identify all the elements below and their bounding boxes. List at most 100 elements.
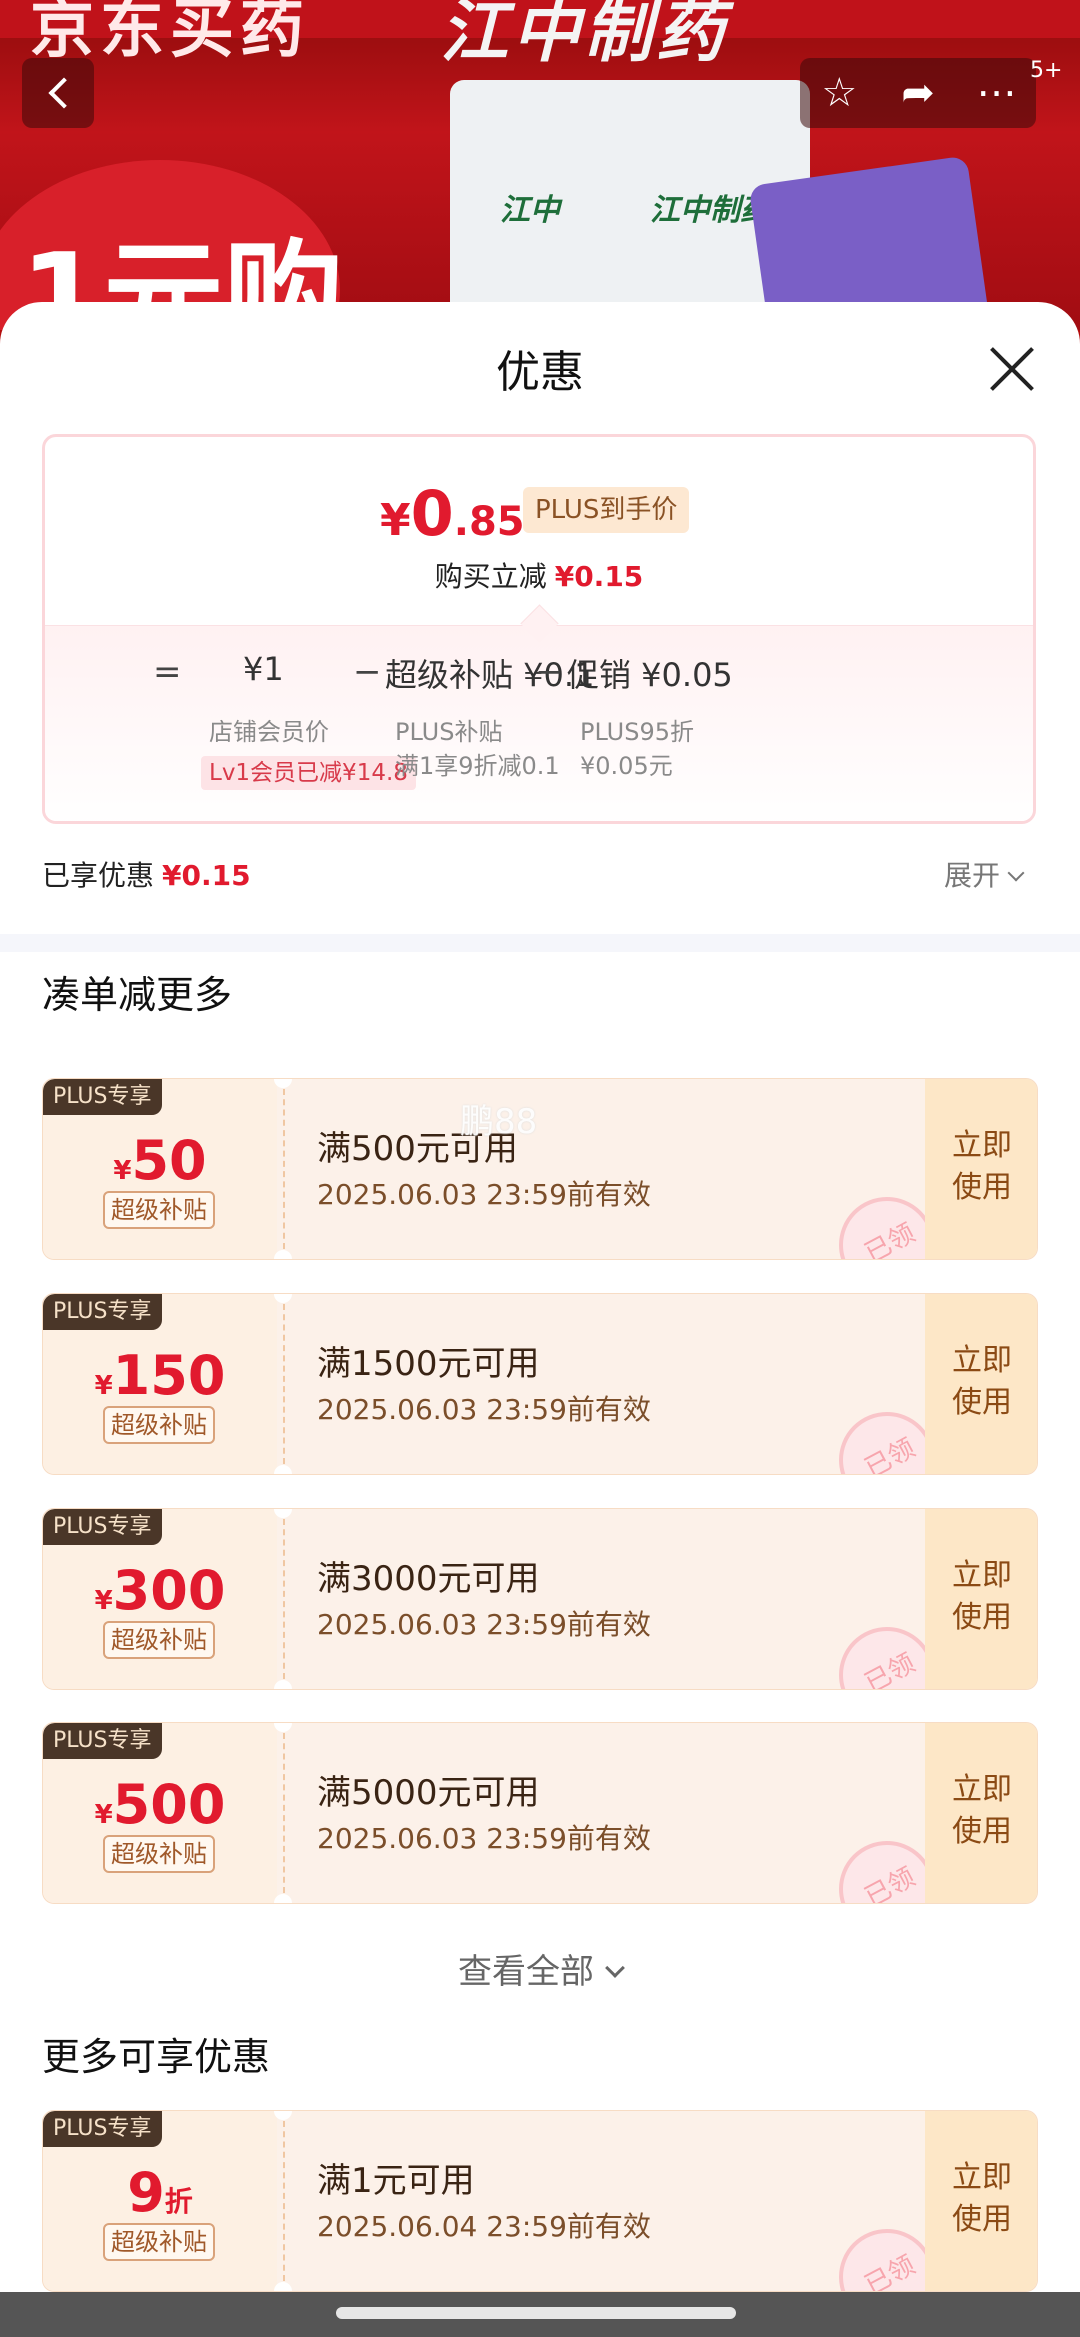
price-yen: ¥	[380, 495, 411, 546]
plus-exclusive-label: PLUS专享	[43, 2111, 162, 2147]
plus-exclusive-label: PLUS专享	[43, 1723, 162, 1759]
coupon-amount-number: 50	[131, 1129, 207, 1192]
coupon-validity: 2025.06.03 23:59前有效	[317, 1178, 651, 1211]
chevron-down-icon	[605, 1958, 625, 1978]
coupon-amount: 9折	[43, 2161, 277, 2224]
view-all-label: 查看全部	[458, 1952, 594, 1992]
expand-button[interactable]: 展开	[944, 854, 1025, 894]
claimed-stamp: 已领	[839, 1841, 935, 1904]
home-indicator[interactable]	[336, 2307, 736, 2319]
coupon-amount: ¥50	[43, 1129, 277, 1192]
use-now-label: 立即使用	[952, 1128, 1012, 1205]
claimed-stamp-text: 已领	[860, 1218, 921, 1260]
coupon-separator	[283, 1304, 285, 1464]
use-now-button[interactable]: 立即使用	[925, 1079, 1037, 1259]
equals-sign: =	[153, 652, 182, 692]
price-integer: 0	[410, 477, 454, 550]
promotion-detail: ¥0.05元	[580, 752, 673, 780]
member-level-tag: Lv1会员已减¥14.8	[201, 756, 416, 790]
super-subsidy-detail: 满1享9折减0.1	[395, 752, 560, 780]
instant-reduction: 购买立减 ¥0.15	[45, 555, 1033, 595]
claimed-stamp-text: 已领	[860, 1433, 921, 1475]
coupon-separator	[283, 2121, 285, 2281]
coupon-amount-number: 300	[112, 1559, 226, 1622]
enjoyed-label: 已享优惠	[42, 859, 155, 892]
super-subsidy-tag: 超级补贴	[103, 1835, 215, 1873]
coupon-amount-unit: 折	[164, 2185, 193, 2218]
use-now-button[interactable]: 立即使用	[925, 1723, 1037, 1903]
product-header-background: 京东买药 江中制药 1元购 江中 江中制药	[0, 0, 1080, 330]
section-title-more-discounts: 更多可享优惠	[42, 2035, 271, 2079]
share-icon[interactable]: ➦	[883, 58, 953, 128]
pack-text-1: 江中	[500, 193, 560, 228]
back-button[interactable]	[22, 58, 94, 128]
claimed-stamp: 已领	[839, 1197, 935, 1260]
coupon-notch	[274, 1250, 292, 1259]
coupon-separator	[283, 1733, 285, 1893]
price-breakdown: = ¥1 店铺会员价 Lv1会员已减¥14.8 − 超级补贴 ¥0.1 PLUS…	[45, 625, 1033, 821]
coupon-yen: ¥	[94, 1371, 113, 1401]
chevron-down-icon	[1007, 864, 1025, 882]
use-now-button[interactable]: 立即使用	[925, 1509, 1037, 1689]
minus-sign-1: −	[353, 652, 382, 692]
system-nav-bar	[0, 2292, 1080, 2337]
promotion-label: PLUS95折	[580, 718, 694, 746]
claimed-stamp-text: 已领	[860, 1862, 921, 1904]
coupon-notch	[274, 1680, 292, 1689]
brand-text-secondary: 江中制药	[440, 0, 729, 72]
claimed-stamp: 已领	[839, 1627, 935, 1690]
sheet-title: 优惠	[496, 347, 584, 398]
coupon-amount-number: 9	[127, 2161, 165, 2224]
use-now-label: 立即使用	[952, 1343, 1012, 1420]
star-icon[interactable]: ☆	[804, 58, 874, 128]
coupon-notch	[274, 2282, 292, 2291]
coupon-notch	[274, 1894, 292, 1903]
coupon-condition: 满1元可用	[317, 2161, 475, 2201]
use-now-label: 立即使用	[952, 2160, 1012, 2237]
instant-label: 购买立减	[434, 560, 547, 593]
super-subsidy-tag: 超级补贴	[103, 1406, 215, 1444]
coupon-yen: ¥	[94, 1800, 113, 1830]
coupon-card: PLUS专享 ¥300 超级补贴 满3000元可用 2025.06.03 23:…	[42, 1508, 1038, 1690]
use-now-button[interactable]: 立即使用	[925, 1294, 1037, 1474]
section-divider	[0, 934, 1080, 952]
coupon-amount-number: 500	[112, 1773, 226, 1836]
claimed-stamp-text: 已领	[860, 2250, 921, 2292]
coupon-yen: ¥	[94, 1586, 113, 1616]
expand-label: 展开	[944, 859, 1001, 892]
final-price: ¥0.85	[380, 477, 525, 550]
enjoyed-value: ¥0.15	[162, 859, 251, 892]
use-now-label: 立即使用	[952, 1772, 1012, 1849]
coupon-validity: 2025.06.03 23:59前有效	[317, 1393, 651, 1426]
member-price-label: 店铺会员价	[209, 718, 329, 746]
watermark-text: 鹏88	[460, 1102, 538, 1142]
coupon-condition: 满1500元可用	[317, 1344, 540, 1384]
coupon-condition: 满3000元可用	[317, 1559, 540, 1599]
notification-badge: 5+	[1030, 58, 1063, 83]
super-subsidy-label: PLUS补贴	[395, 718, 503, 746]
member-price-value: ¥1	[243, 650, 284, 688]
claimed-stamp-text: 已领	[860, 1648, 921, 1690]
super-subsidy-tag: 超级补贴	[103, 1621, 215, 1659]
coupon-validity: 2025.06.03 23:59前有效	[317, 1822, 651, 1855]
plus-exclusive-label: PLUS专享	[43, 1294, 162, 1330]
coupon-card: PLUS专享 ¥500 超级补贴 满5000元可用 2025.06.03 23:…	[42, 1722, 1038, 1904]
view-all-button[interactable]: 查看全部	[0, 1944, 1080, 1993]
section-title-more-orders: 凑单减更多	[42, 973, 233, 1017]
coupon-amount-number: 150	[112, 1344, 226, 1407]
enjoyed-discount: 已享优惠 ¥0.15	[42, 854, 251, 894]
promotion-value: 促销 ¥0.05	[567, 656, 733, 694]
coupon-card: PLUS专享 ¥150 超级补贴 满1500元可用 2025.06.03 23:…	[42, 1293, 1038, 1475]
use-now-label: 立即使用	[952, 1558, 1012, 1635]
coupon-condition: 满5000元可用	[317, 1773, 540, 1813]
coupon-amount: ¥300	[43, 1559, 277, 1622]
super-subsidy-tag: 超级补贴	[103, 2223, 215, 2261]
close-icon[interactable]	[988, 344, 1038, 394]
coupon-amount: ¥500	[43, 1773, 277, 1836]
plus-price-tag: PLUS到手价	[523, 487, 690, 533]
use-now-button[interactable]: 立即使用	[925, 2111, 1037, 2291]
super-subsidy-tag: 超级补贴	[103, 1191, 215, 1229]
top-actions: ☆ ➦ ⋯	[800, 58, 1036, 128]
coupon-separator	[283, 1519, 285, 1679]
more-icon[interactable]: ⋯	[962, 58, 1032, 128]
